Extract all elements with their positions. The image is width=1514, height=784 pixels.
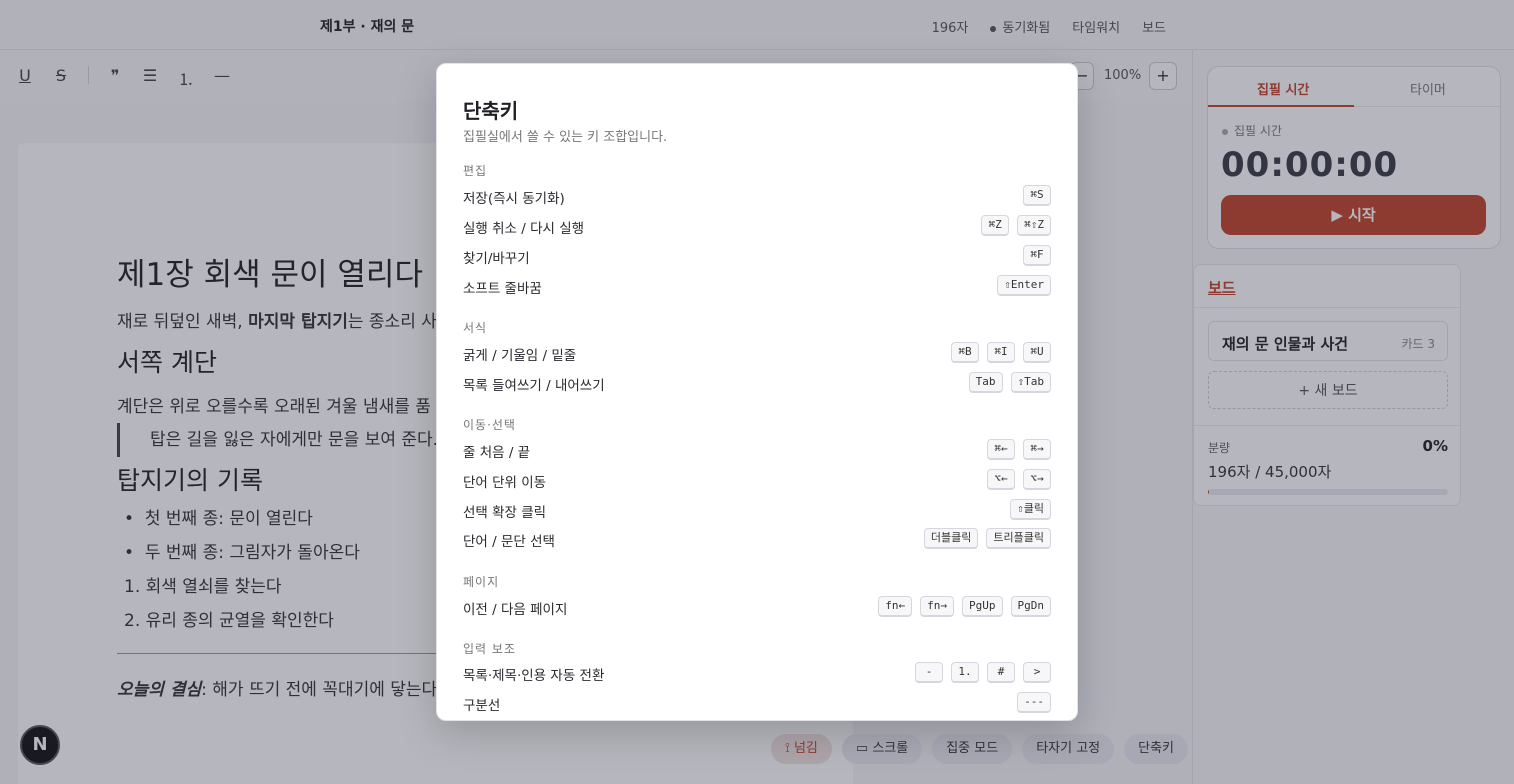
shortcut-label: 단어 / 문단 선택 [463,534,555,550]
key-cap: fn← [878,596,913,617]
shortcuts-dialog: 단축키 집필실에서 쓸 수 있는 키 조합입니다. 편집저장(즉시 동기화) ⌘S… [436,63,1078,721]
key-cap: ⌘I [987,342,1015,363]
shortcut-keys: ⌘← ⌘→ [987,439,1051,460]
key-cap: ⌥← [987,469,1015,490]
key-cap: 트리플클릭 [986,528,1051,549]
shortcut-label: 선택 확장 클릭 [463,505,547,521]
key-cap: ⌘F [1023,245,1051,266]
shortcut-keys: ⇧Enter [997,275,1051,296]
shortcut-keys: fn← fn→ PgUp PgDn [878,596,1051,617]
shortcut-keys: ⌘Z ⌘⇧Z [981,215,1051,236]
section-heading: 서식 [463,321,488,335]
shortcut-label: 찾기/바꾸기 [463,251,530,267]
key-cap: ⌘B [951,342,979,363]
key-cap: PgUp [962,596,1003,617]
shortcut-keys: ⇧클릭 [1010,499,1051,520]
shortcut-label: 줄 처음 / 끝 [463,445,531,461]
key-cap: ⌘U [1023,342,1051,363]
key-cap: 더블클릭 [923,528,979,549]
shortcut-row: 선택 확장 클릭 ⇧클릭 [463,499,1051,521]
key-cap: ⌥→ [1023,469,1051,490]
dialog-title: 단축키 [463,99,519,123]
shortcut-label: 목록·제목·인용 자동 전환 [463,668,605,684]
section-heading: 이동·선택 [463,418,516,432]
key-cap: Tab [968,372,1003,393]
shortcut-keys: ⌘B ⌘I ⌘U [951,342,1051,363]
shortcut-label: 구분선 [463,698,501,714]
key-cap: --- [1017,692,1051,713]
key-cap: > [1023,662,1051,683]
shortcut-keys: --- [1017,692,1051,713]
shortcut-label: 실행 취소 / 다시 실행 [463,221,585,237]
shortcut-row: 줄 처음 / 끝 ⌘← ⌘→ [463,439,1051,461]
dialog-subtitle: 집필실에서 쓸 수 있는 키 조합입니다. [463,130,668,145]
shortcut-label: 저장(즉시 동기화) [463,191,565,207]
shortcut-row: 단어 / 문단 선택 더블클릭 트리플클릭 [463,528,1051,550]
shortcut-keys: Tab ⇧Tab [968,372,1051,393]
shortcut-keys: ⌘S [1023,185,1051,206]
shortcut-row: 찾기/바꾸기 ⌘F [463,245,1051,267]
key-cap: - [915,662,943,683]
shortcut-label: 단어 단위 이동 [463,475,547,491]
key-cap: # [987,662,1015,683]
shortcut-label: 이전 / 다음 페이지 [463,602,568,618]
key-cap: fn→ [920,596,954,617]
key-cap: 1. [951,662,979,683]
shortcut-label: 굵게 / 기울임 / 밑줄 [463,348,577,364]
key-cap: ⌘→ [1023,439,1051,460]
section-heading: 입력 보조 [463,642,516,656]
shortcut-keys: ⌥← ⌥→ [987,469,1051,490]
key-cap: ⇧Tab [1010,372,1051,393]
shortcut-row: 구분선 --- [463,692,1051,714]
shortcut-label: 목록 들여쓰기 / 내어쓰기 [463,378,605,394]
section-heading: 편집 [463,164,488,178]
key-cap: ⇧클릭 [1010,499,1051,520]
shortcut-keys: -1. # > [915,662,1051,683]
shortcut-row: 굵게 / 기울임 / 밑줄 ⌘B ⌘I ⌘U [463,342,1051,364]
shortcut-row: 목록 들여쓰기 / 내어쓰기 Tab ⇧Tab [463,372,1051,394]
shortcut-row: 이전 / 다음 페이지 fn← fn→ PgUp PgDn [463,596,1051,618]
shortcut-keys: 더블클릭 트리플클릭 [923,528,1051,549]
shortcut-row: 저장(즉시 동기화) ⌘S [463,185,1051,207]
shortcut-row: 단어 단위 이동 ⌥← ⌥→ [463,469,1051,491]
section-heading: 페이지 [463,575,500,589]
shortcut-keys: ⌘F [1023,245,1051,266]
key-cap: PgDn [1010,596,1051,617]
key-cap: ⌘Z [981,215,1010,236]
shortcut-row: 실행 취소 / 다시 실행 ⌘Z ⌘⇧Z [463,215,1051,237]
key-cap: ⇧Enter [997,275,1051,296]
shortcut-label: 소프트 줄바꿈 [463,281,542,297]
key-cap: ⌘← [987,439,1015,460]
key-cap: ⌘S [1023,185,1051,206]
shortcut-row: 목록·제목·인용 자동 전환 -1. # > [463,662,1051,684]
key-cap: ⌘⇧Z [1017,215,1051,236]
shortcut-row: 소프트 줄바꿈 ⇧Enter [463,275,1051,297]
